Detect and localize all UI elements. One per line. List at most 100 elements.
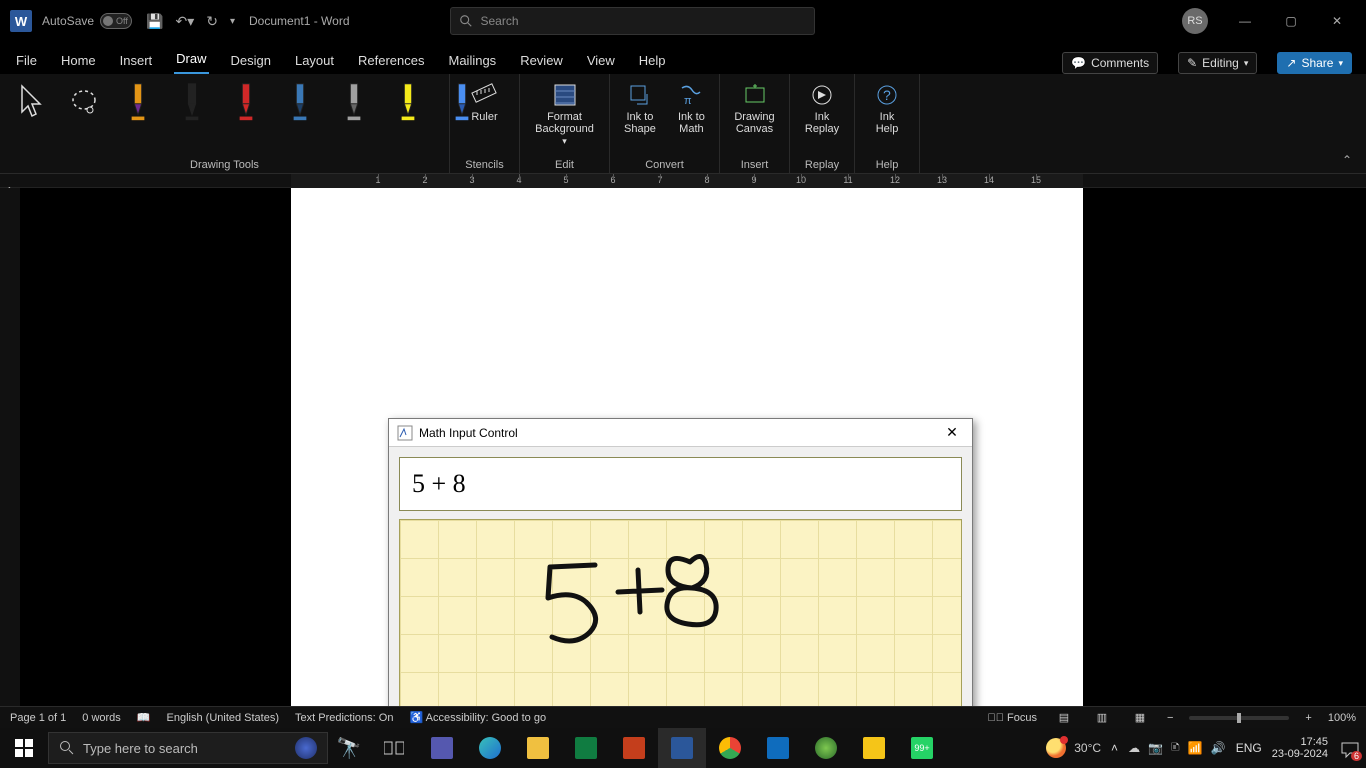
yellow-highlighter[interactable]	[386, 78, 430, 126]
redo-icon[interactable]: ↻	[206, 13, 218, 30]
taskbar-word[interactable]	[658, 728, 706, 768]
taskbar-powerpoint[interactable]	[610, 728, 658, 768]
ink-help-button[interactable]: ? Ink Help	[863, 78, 911, 139]
language-indicator[interactable]: ENG	[1236, 741, 1262, 755]
windows-icon	[15, 739, 33, 757]
tray-chevron-icon[interactable]: ˄	[1111, 741, 1118, 755]
horizontal-ruler[interactable]: L 123456789101112131415	[0, 174, 1366, 188]
print-layout-icon[interactable]: ▥	[1091, 710, 1113, 726]
comment-icon: 💬	[1071, 56, 1086, 70]
share-button[interactable]: ↗Share▾	[1277, 52, 1352, 74]
taskbar-outlook[interactable]	[754, 728, 802, 768]
ink-to-math-button[interactable]: π Ink to Math	[672, 78, 711, 139]
group-label-drawing-tools: Drawing Tools	[8, 157, 441, 171]
maximize-button[interactable]: ▢	[1268, 5, 1314, 37]
lasso-tool[interactable]	[62, 78, 106, 126]
telescope-icon[interactable]: 🔭	[328, 736, 370, 761]
svg-text:π: π	[684, 95, 692, 107]
editing-mode-button[interactable]: ✎Editing▾	[1178, 52, 1257, 74]
black-pen[interactable]	[170, 78, 214, 126]
dialog-close-button[interactable]: ✕	[940, 424, 964, 441]
select-tool[interactable]	[8, 78, 52, 126]
tab-references[interactable]: References	[356, 47, 426, 74]
text-predictions[interactable]: Text Predictions: On	[295, 712, 393, 724]
tab-draw[interactable]: Draw	[174, 45, 208, 74]
volume-icon[interactable]: 🔊	[1211, 741, 1226, 755]
zoom-level[interactable]: 100%	[1328, 712, 1356, 724]
taskbar-excel[interactable]	[562, 728, 610, 768]
accessibility-status[interactable]: ♿ Accessibility: Good to go	[409, 711, 546, 724]
group-label-help: Help	[863, 157, 911, 171]
ink-replay-button[interactable]: Ink Replay	[798, 78, 846, 139]
orange-highlighter[interactable]	[116, 78, 160, 126]
page-indicator[interactable]: Page 1 of 1	[10, 712, 66, 724]
zoom-out-button[interactable]: −	[1167, 712, 1173, 724]
search-box[interactable]: Search	[450, 7, 815, 35]
tray-clock[interactable]: 17:45 23-09-2024	[1272, 736, 1328, 760]
search-placeholder: Search	[481, 14, 519, 28]
taskbar-whatsapp[interactable]: 99+	[898, 728, 946, 768]
zoom-slider[interactable]	[1189, 716, 1289, 720]
ribbon: Drawing Tools Ruler Stencils Format Back…	[0, 74, 1366, 174]
math-ink-canvas[interactable]	[399, 519, 962, 713]
taskbar-explorer[interactable]	[514, 728, 562, 768]
onedrive-icon[interactable]: ☁	[1128, 741, 1140, 755]
language-indicator[interactable]: English (United States)	[167, 712, 280, 724]
autosave-toggle[interactable]: AutoSave Off	[42, 13, 132, 29]
group-label-replay: Replay	[798, 157, 846, 171]
spellcheck-icon[interactable]: 📖	[137, 711, 151, 724]
task-view-icon[interactable]	[370, 728, 418, 768]
wifi-icon[interactable]: 📶	[1188, 741, 1203, 755]
taskbar-chrome[interactable]	[706, 728, 754, 768]
document-area: Math Input Control ✕ 5 + 8	[0, 188, 1366, 716]
svg-text:?: ?	[883, 87, 891, 103]
ink-to-shape-button[interactable]: Ink to Shape	[618, 78, 662, 139]
tab-layout[interactable]: Layout	[293, 47, 336, 74]
pencil-icon: ✎	[1187, 56, 1197, 70]
tab-view[interactable]: View	[585, 47, 617, 74]
blue-marker[interactable]	[278, 78, 322, 126]
qat-more-icon[interactable]: ▾	[230, 16, 235, 27]
action-center-icon[interactable]: 6	[1338, 737, 1360, 759]
format-background-button[interactable]: Format Background ▾	[528, 78, 601, 151]
vertical-ruler[interactable]	[0, 188, 20, 716]
tab-file[interactable]: File	[14, 47, 39, 74]
start-button[interactable]	[0, 728, 48, 768]
battery-icon[interactable]: 🗈	[1171, 738, 1180, 759]
red-pen[interactable]	[224, 78, 268, 126]
ruler-button[interactable]: Ruler	[465, 78, 503, 127]
minimize-button[interactable]: ―	[1222, 5, 1268, 37]
tab-insert[interactable]: Insert	[118, 47, 155, 74]
tab-design[interactable]: Design	[229, 47, 273, 74]
taskbar-search[interactable]: Type here to search	[48, 732, 328, 764]
tab-home[interactable]: Home	[59, 47, 98, 74]
tab-help[interactable]: Help	[637, 47, 668, 74]
math-result-display: 5 + 8	[399, 457, 962, 511]
drawing-canvas-button[interactable]: Drawing Canvas	[728, 78, 781, 139]
autosave-label: AutoSave	[42, 14, 94, 28]
meet-now-icon[interactable]: 📷	[1148, 741, 1163, 755]
group-label-stencils: Stencils	[458, 157, 511, 171]
save-icon[interactable]: 💾	[146, 13, 163, 30]
accessibility-icon: ♿	[409, 712, 423, 724]
word-count[interactable]: 0 words	[82, 712, 121, 724]
taskbar-browser[interactable]	[802, 728, 850, 768]
zoom-in-button[interactable]: +	[1305, 712, 1311, 724]
taskbar-edge[interactable]	[466, 728, 514, 768]
group-label-insert: Insert	[728, 157, 781, 171]
comments-button[interactable]: 💬Comments	[1062, 52, 1158, 74]
taskbar-sticky-notes[interactable]	[850, 728, 898, 768]
collapse-ribbon-icon[interactable]: ⌃	[1342, 153, 1352, 167]
focus-mode[interactable]: �⃞ Focus	[987, 712, 1037, 724]
tab-review[interactable]: Review	[518, 47, 565, 74]
undo-icon[interactable]: ↶▾	[175, 13, 194, 30]
user-avatar[interactable]: RS	[1182, 8, 1208, 34]
weather-widget[interactable]: 30°C	[1046, 738, 1101, 758]
read-mode-icon[interactable]: ▤	[1053, 710, 1075, 726]
web-layout-icon[interactable]: ▦	[1129, 710, 1151, 726]
taskbar-teams[interactable]	[418, 728, 466, 768]
tab-mailings[interactable]: Mailings	[447, 47, 499, 74]
quick-access-toolbar: 💾 ↶▾ ↻ ▾	[146, 13, 235, 30]
pencil[interactable]	[332, 78, 376, 126]
close-button[interactable]: ✕	[1314, 5, 1360, 37]
